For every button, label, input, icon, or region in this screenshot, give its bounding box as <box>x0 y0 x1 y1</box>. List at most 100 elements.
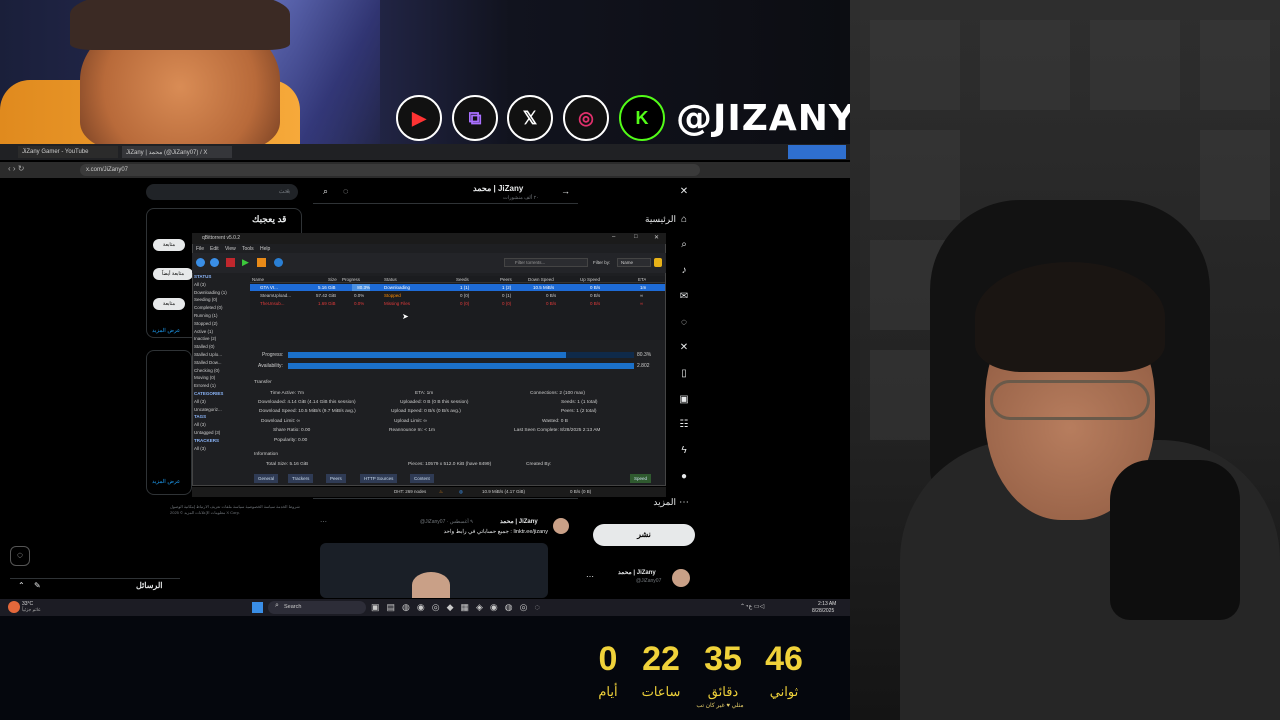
more-icon[interactable]: ⋯ <box>678 497 690 509</box>
status-filter-item[interactable]: All (3) <box>194 281 240 289</box>
taskbar-search[interactable]: Search <box>268 601 366 614</box>
column-header[interactable]: Down Speed <box>528 276 554 283</box>
follow-button[interactable]: متابعة <box>153 298 185 310</box>
pause-icon[interactable] <box>257 258 266 267</box>
filter-by-select[interactable]: Name <box>617 258 651 267</box>
status-filter-item[interactable]: Stalled (0) <box>194 343 240 351</box>
new-message-icon[interactable]: ✎ <box>34 581 41 590</box>
taskbar-pinned-apps-icon[interactable]: ▣▤◍◉◎◆▦◈◉◍◎◌ <box>371 602 547 613</box>
tab-peers[interactable]: Peers <box>326 474 346 483</box>
status-filter-item[interactable]: Moving (0) <box>194 374 240 382</box>
tracker-filter-item[interactable]: All (3) <box>194 445 240 453</box>
expand-icon[interactable]: ⌃ <box>18 581 25 590</box>
status-filter-item[interactable]: Inactive (2) <box>194 335 240 343</box>
status-filter-item[interactable]: Downloading (1) <box>194 289 240 297</box>
tweet-menu-icon[interactable]: ⋯ <box>320 518 327 526</box>
follow-button[interactable]: متابعة <box>153 239 185 251</box>
tab-speed[interactable]: Speed <box>630 474 652 483</box>
x-premium-icon[interactable]: ✕ <box>678 342 690 354</box>
network-icon[interactable]: ◍ <box>459 489 463 495</box>
menu-file[interactable]: File <box>196 246 204 252</box>
clock-time[interactable]: 2:13 AM <box>818 601 836 607</box>
communities-icon[interactable]: ☷ <box>678 419 690 431</box>
close-icon[interactable]: ✕ <box>654 234 659 241</box>
column-header[interactable]: Up Speed <box>580 276 600 283</box>
status-filter-item[interactable]: Active (1) <box>194 328 240 336</box>
browser-tab-x[interactable]: JiZany | محمد (@JiZany07) / X <box>122 146 232 158</box>
status-filter-item[interactable]: Seeding (0) <box>194 296 240 304</box>
options-gear-icon[interactable] <box>274 258 283 267</box>
windows-start-icon[interactable] <box>252 602 263 613</box>
nav-arrows-icon[interactable]: ‹ › ↻ <box>8 164 24 173</box>
clock-date[interactable]: 8/28/2025 <box>812 608 834 614</box>
tag-filter-item[interactable]: All (3) <box>194 421 240 429</box>
column-header[interactable]: Status <box>384 276 397 283</box>
menu-edit[interactable]: Edit <box>210 246 219 252</box>
maximize-icon[interactable]: □ <box>634 234 638 240</box>
back-arrow-icon[interactable]: → <box>561 186 570 196</box>
add-torrent-icon[interactable] <box>210 258 219 267</box>
jobs-icon[interactable]: ▣ <box>678 394 690 406</box>
lightning-icon[interactable]: ϟ <box>678 445 690 457</box>
weather-icon[interactable] <box>8 601 20 613</box>
status-filter-item[interactable]: Stalled Dow... <box>194 359 240 367</box>
browser-tab-youtube[interactable]: JiZany Gamer - YouTube <box>18 146 118 158</box>
grok-icon[interactable]: ◌ <box>10 546 30 566</box>
bell-icon[interactable]: ♪ <box>678 265 690 277</box>
menu-tools[interactable]: Tools <box>242 246 254 252</box>
status-filter-item[interactable]: Checking (0) <box>194 367 240 375</box>
nav-home-label[interactable]: الرئيسية <box>626 214 676 225</box>
column-header[interactable]: Name <box>252 276 264 283</box>
avatar[interactable] <box>672 569 690 587</box>
category-filter-item[interactable]: Uncategoriz... <box>194 406 240 414</box>
search-icon[interactable]: ⌕ <box>323 186 328 197</box>
menu-view[interactable]: View <box>225 246 236 252</box>
status-filter-item[interactable]: Stopped (2) <box>194 320 240 328</box>
column-header[interactable]: Size <box>328 276 337 283</box>
column-header[interactable]: Progress <box>342 276 360 283</box>
menu-help[interactable]: Help <box>260 246 270 252</box>
download-rate[interactable]: 10.9 MiB/s (4.17 GiB) <box>482 489 525 494</box>
upload-rate[interactable]: 0 B/s (0 B) <box>570 489 591 494</box>
bookmark-icon[interactable]: ▯ <box>678 368 690 380</box>
resume-icon[interactable]: ▶ <box>242 258 249 267</box>
category-filter-item[interactable]: All (3) <box>194 398 240 406</box>
grok-icon[interactable]: ◌ <box>678 317 690 329</box>
status-filter-item[interactable]: Errored (1) <box>194 382 240 390</box>
column-header[interactable]: Peers <box>500 276 512 283</box>
profile-icon[interactable]: ● <box>678 471 690 483</box>
follow-button[interactable]: متابعة أيضاً <box>153 268 193 280</box>
delete-icon[interactable] <box>226 258 235 267</box>
nav-more-label[interactable]: المزيد <box>626 497 676 508</box>
home-icon[interactable]: ⌂ <box>678 214 690 226</box>
window-controls[interactable] <box>788 145 846 159</box>
tag-filter-item[interactable]: Untagged (3) <box>194 429 240 437</box>
tab-content[interactable]: Content <box>410 474 434 483</box>
avatar[interactable] <box>553 518 569 534</box>
tab-trackers[interactable]: Trackers <box>288 474 314 483</box>
tab-http-sources[interactable]: HTTP Sources <box>360 474 398 483</box>
table-row[interactable]: SteamUpload... 57.42 GiB 0.0% Stopped 0 … <box>250 292 665 299</box>
post-button[interactable]: نشر <box>593 524 695 546</box>
column-header[interactable]: ETA <box>638 276 646 283</box>
mail-icon[interactable]: ✉ <box>678 291 690 303</box>
grok-icon[interactable]: ◌ <box>343 186 348 196</box>
account-menu-icon[interactable]: ⋯ <box>586 572 594 581</box>
table-row[interactable]: GTA VI... 5.16 GiB 80.3% Downloading 1 (… <box>250 284 665 291</box>
table-row[interactable]: TheUnsub... 1.69 GiB 0.0% Missing Files … <box>250 300 665 307</box>
x-logo-icon[interactable]: ✕ <box>678 186 690 198</box>
show-more-link[interactable]: عرض المزيد <box>152 479 180 485</box>
tray-icons[interactable]: ⌃◔ع ▭◁ <box>740 603 764 610</box>
filter-input[interactable]: Filter torrents... <box>504 258 588 267</box>
search-icon[interactable]: ⌕ <box>678 239 690 251</box>
lock-icon[interactable] <box>654 258 662 267</box>
url-field[interactable]: x.com/JiZany07 <box>80 164 700 176</box>
column-header[interactable]: Seeds <box>456 276 469 283</box>
tab-general[interactable]: General <box>254 474 279 483</box>
status-filter-item[interactable]: Running (1) <box>194 312 240 320</box>
search-input[interactable]: بحث <box>146 184 298 200</box>
add-link-icon[interactable] <box>196 258 205 267</box>
show-more-link[interactable]: عرض المزيد <box>152 328 180 334</box>
status-filter-item[interactable]: Stalled Uplo... <box>194 351 240 359</box>
minimize-icon[interactable]: – <box>612 234 615 240</box>
